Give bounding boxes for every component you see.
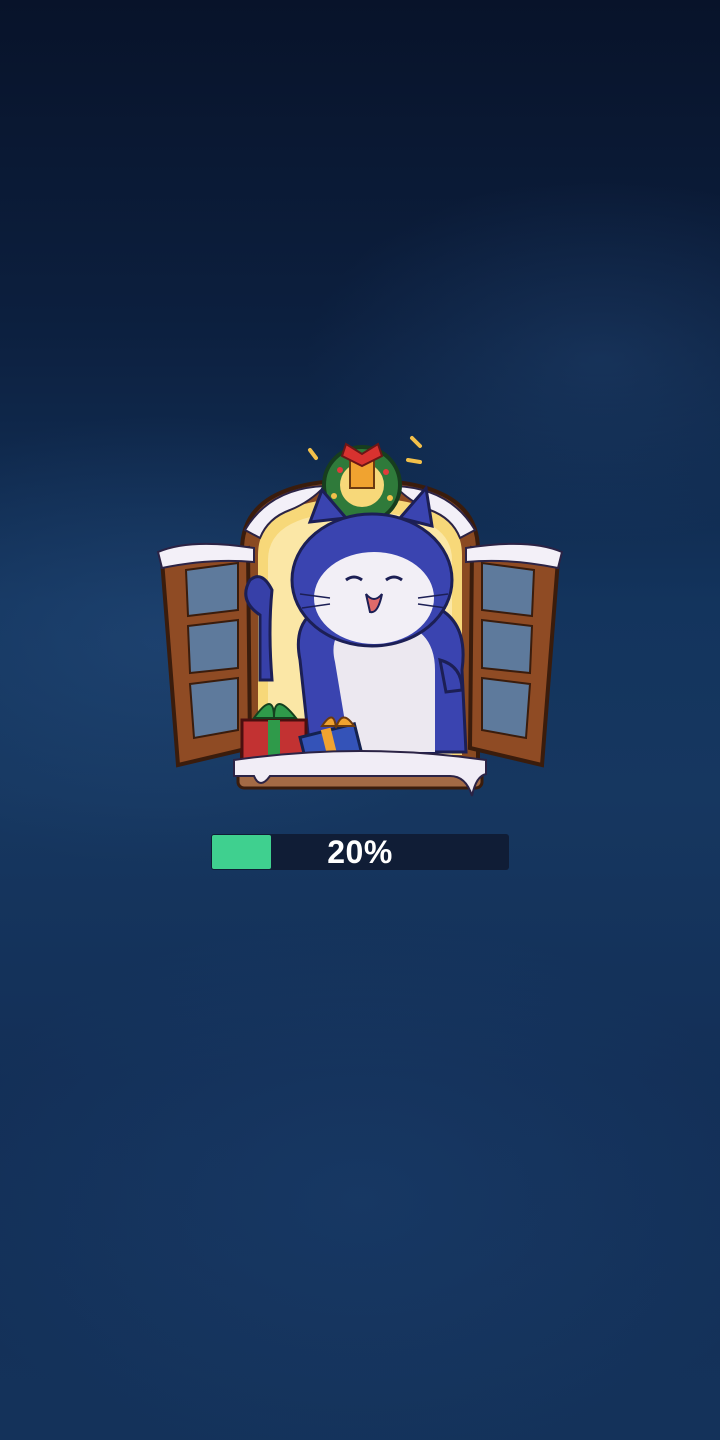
loading-progress-bar: 20% bbox=[211, 834, 509, 870]
left-shutter bbox=[156, 542, 255, 768]
right-shutter bbox=[465, 542, 564, 768]
loading-progress-label: 20% bbox=[327, 834, 393, 870]
snowy-window-sill bbox=[233, 750, 487, 797]
loading-screen: { "loading": { "progress_text": "20%", "… bbox=[0, 0, 720, 1440]
christmas-window-cat-illustration bbox=[150, 430, 570, 810]
